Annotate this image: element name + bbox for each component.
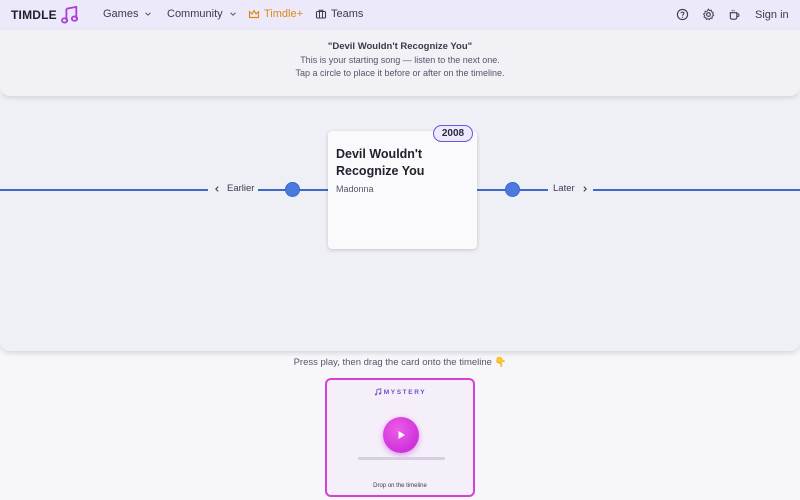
timeline-board: Earlier Devil Wouldn't Recognize You Mad… bbox=[0, 96, 800, 351]
song-title-heading: "Devil Wouldn't Recognize You" bbox=[327, 41, 473, 52]
drop-slot-before[interactable] bbox=[285, 182, 300, 197]
nav-teams-label: Teams bbox=[331, 8, 364, 20]
chevron-left-icon bbox=[215, 185, 219, 192]
later-marker: Later bbox=[553, 183, 589, 194]
music-note-icon bbox=[60, 6, 78, 24]
sign-in-link[interactable]: Sign in bbox=[755, 9, 789, 21]
later-label: Later bbox=[553, 183, 575, 194]
chevron-down-icon bbox=[229, 12, 236, 16]
card-song-title: Devil Wouldn't Recognize You bbox=[336, 147, 425, 178]
nav-games[interactable]: Games bbox=[103, 8, 152, 20]
briefcase-icon bbox=[315, 9, 327, 19]
music-note-icon bbox=[374, 388, 382, 396]
drag-hint: Press play, then drag the card onto the … bbox=[293, 357, 507, 368]
nav-games-label: Games bbox=[103, 8, 139, 20]
earlier-label: Earlier bbox=[227, 183, 255, 194]
year-badge: 2008 bbox=[433, 125, 473, 142]
mystery-label: MYSTERY bbox=[383, 388, 427, 396]
nav-community[interactable]: Community bbox=[167, 8, 237, 20]
starting-song-card: Devil Wouldn't Recognize You Madonna bbox=[328, 131, 477, 249]
gear-icon[interactable] bbox=[702, 8, 715, 21]
instructions-panel: "Devil Wouldn't Recognize You" This is y… bbox=[0, 30, 800, 96]
nav-community-label: Community bbox=[167, 8, 223, 20]
coffee-icon[interactable] bbox=[728, 8, 741, 21]
top-nav: TIMDLE Games Community Timdle+ Teams Sig… bbox=[0, 0, 800, 30]
mystery-header: MYSTERY bbox=[327, 388, 473, 396]
earlier-marker: Earlier bbox=[213, 183, 254, 194]
chevron-right-icon bbox=[583, 185, 587, 192]
crown-icon bbox=[248, 9, 260, 19]
mystery-card[interactable]: MYSTERY Drop on the timeline bbox=[325, 378, 475, 497]
drop-label: Drop on the timeline bbox=[373, 483, 427, 489]
nav-timdle-plus-label: Timdle+ bbox=[264, 8, 304, 20]
play-button[interactable] bbox=[383, 417, 419, 453]
instruction-line-2: Tap a circle to place it before or after… bbox=[295, 68, 505, 78]
drop-slot-after[interactable] bbox=[505, 182, 520, 197]
playback-progress[interactable] bbox=[358, 457, 445, 460]
timeline-line-left bbox=[0, 189, 208, 191]
help-icon[interactable] bbox=[676, 8, 689, 21]
nav-teams[interactable]: Teams bbox=[315, 8, 363, 20]
chevron-down-icon bbox=[145, 12, 152, 16]
play-icon bbox=[398, 431, 405, 439]
instruction-line-1: This is your starting song — listen to t… bbox=[300, 55, 500, 65]
timeline-line-right bbox=[593, 189, 800, 191]
brand-name: TIMDLE bbox=[11, 8, 57, 22]
brand-logo[interactable]: TIMDLE bbox=[11, 6, 79, 24]
nav-timdle-plus[interactable]: Timdle+ bbox=[248, 8, 303, 20]
card-artist: Madonna bbox=[336, 184, 374, 194]
